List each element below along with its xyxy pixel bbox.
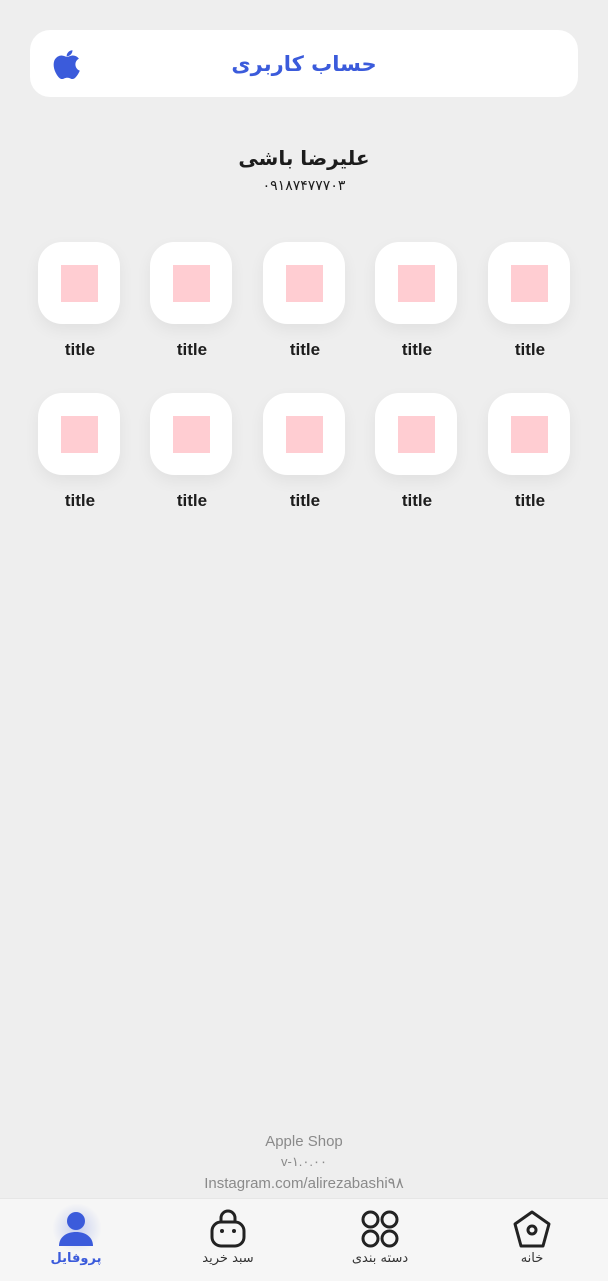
bottom-navigation: پروفایل سبد خرید دسته بندی خانه <box>0 1198 608 1281</box>
grid-item[interactable]: title <box>150 242 234 360</box>
grid-item-label: title <box>514 491 546 510</box>
header-bar: حساب کاربری <box>30 30 578 97</box>
grid-item[interactable]: title <box>488 393 572 511</box>
app-brand: Apple Shop <box>265 1133 343 1150</box>
shopping-bag-icon <box>210 1209 246 1248</box>
grid-item-label: title <box>176 491 208 510</box>
grid-tile[interactable] <box>263 393 345 475</box>
nav-item-profile[interactable]: پروفایل <box>16 1203 136 1275</box>
grid-item-label: title <box>64 340 96 359</box>
nav-label: خانه <box>520 1251 544 1266</box>
nav-label: دسته بندی <box>351 1251 409 1266</box>
thumbnail-placeholder <box>286 416 323 453</box>
grid-tile[interactable] <box>375 393 457 475</box>
grid-item[interactable]: title <box>263 393 347 511</box>
grid-item-label: title <box>401 340 433 359</box>
grid-item[interactable]: title <box>263 242 347 360</box>
thumbnail-placeholder <box>511 416 548 453</box>
grid-item-label: title <box>514 340 546 359</box>
grid-tile[interactable] <box>38 242 120 324</box>
page-title: حساب کاربری <box>231 51 377 76</box>
thumbnail-placeholder <box>398 265 435 302</box>
instagram-link[interactable]: Instagram.com/alirezabashi۹۸ <box>0 1174 608 1192</box>
grid-tile[interactable] <box>150 393 232 475</box>
grid-tile[interactable] <box>488 242 570 324</box>
grid-item-label: title <box>289 491 321 510</box>
grid-item-label: title <box>64 491 96 510</box>
thumbnail-placeholder <box>398 416 435 453</box>
thumbnail-placeholder <box>61 416 98 453</box>
nav-item-cart[interactable]: سبد خرید <box>168 1205 288 1275</box>
app-version: v-۱.۰.۰۰ <box>281 1154 327 1169</box>
grid-item[interactable]: title <box>375 242 459 360</box>
grid-item-label: title <box>176 340 208 359</box>
grid-tile[interactable] <box>375 242 457 324</box>
apple-icon <box>53 50 80 79</box>
grid-item[interactable]: title <box>38 242 122 360</box>
grid-item[interactable]: title <box>150 393 234 511</box>
user-name: علیرضا باشی <box>238 146 370 170</box>
grid-tile[interactable] <box>38 393 120 475</box>
grid-item[interactable]: title <box>38 393 122 511</box>
app-footer: Apple Shop v-۱.۰.۰۰ Instagram.com/alirez… <box>0 1133 608 1192</box>
thumbnail-placeholder <box>173 416 210 453</box>
user-phone: ۰۹۱۸۷۴۷۷۷۰۳ <box>262 178 346 194</box>
active-glow <box>52 1203 102 1253</box>
grid-item-label: title <box>289 340 321 359</box>
thumbnail-placeholder <box>511 265 548 302</box>
grid-tile[interactable] <box>488 393 570 475</box>
nav-label: سبد خرید <box>202 1251 254 1266</box>
grid-item[interactable]: title <box>375 393 459 511</box>
category-grid-icon <box>361 1210 399 1248</box>
nav-item-home[interactable]: خانه <box>472 1205 592 1275</box>
thumbnail-placeholder <box>61 265 98 302</box>
nav-item-categories[interactable]: دسته بندی <box>320 1205 440 1275</box>
grid-tile[interactable] <box>263 242 345 324</box>
grid-item[interactable]: title <box>488 242 572 360</box>
thumbnail-placeholder <box>173 265 210 302</box>
thumbnail-placeholder <box>286 265 323 302</box>
nav-label: پروفایل <box>50 1251 102 1266</box>
grid-item-label: title <box>401 491 433 510</box>
grid-tile[interactable] <box>150 242 232 324</box>
menu-grid: title title title title title title titl… <box>38 242 570 522</box>
home-icon <box>513 1210 551 1248</box>
